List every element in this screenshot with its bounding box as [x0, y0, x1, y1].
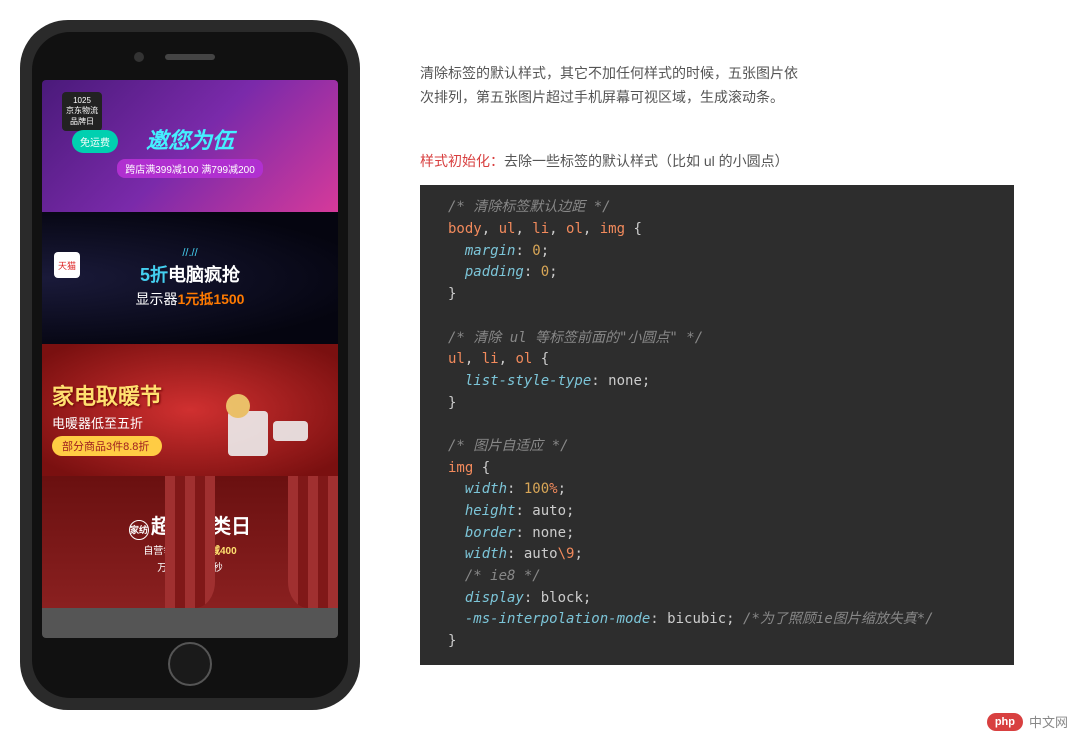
curtain-right-icon: [288, 476, 338, 608]
banner-subtitle: 电暖器低至五折: [52, 413, 162, 432]
heater-icon: [223, 391, 313, 461]
phone-bezel: 1025 京东物流 品牌日 免运费 邀您为伍 跨店满399减100 满799减2…: [32, 32, 348, 698]
css-code-block: /* 清除标签默认边距 */ body, ul, li, ol, img { m…: [420, 185, 1014, 664]
banner-subtitle: 跨店满399减100 满799减200: [117, 159, 263, 178]
banner-date: //.//: [182, 247, 197, 259]
carousel-banner-3[interactable]: 家电取暖节 电暖器低至五折 部分商品3件8.8折: [42, 344, 338, 476]
banner-title: 邀您为伍: [146, 123, 234, 155]
curtain-left-icon: [165, 476, 215, 608]
carousel-banner-1[interactable]: 1025 京东物流 品牌日 免运费 邀您为伍 跨店满399减100 满799减2…: [42, 80, 338, 212]
phone-frame: 1025 京东物流 品牌日 免运费 邀您为伍 跨店满399减100 满799减2…: [20, 20, 360, 710]
speaker-icon: [165, 54, 215, 60]
site-watermark: php 中文网: [987, 712, 1068, 731]
phone-screen[interactable]: 1025 京东物流 品牌日 免运费 邀您为伍 跨店满399减100 满799减2…: [42, 80, 338, 638]
carousel-banner-5[interactable]: [42, 608, 338, 638]
tmall-logo-icon: 天猫: [54, 252, 80, 278]
banner-promo-badge: 部分商品3件8.8折: [52, 436, 162, 456]
style-init-text: 去除一些标签的默认样式（比如 ul 的小圆点）: [504, 153, 789, 169]
article-content: 清除标签的默认样式，其它不加任何样式的时候，五张图片依 次排列，第五张图片超过手…: [420, 20, 1072, 710]
description-paragraph: 清除标签的默认样式，其它不加任何样式的时候，五张图片依 次排列，第五张图片超过手…: [420, 62, 1072, 110]
free-shipping-badge: 免运费: [72, 130, 118, 153]
jd-logo-icon: 1025 京东物流 品牌日: [62, 92, 102, 131]
banner-title: 家电取暖节: [52, 379, 162, 411]
banner-subtitle: 显示器1元抵1500: [136, 289, 245, 309]
camera-icon: [134, 52, 144, 62]
carousel-banner-2[interactable]: 天猫 //.// 5折电脑疯抢 显示器1元抵1500: [42, 212, 338, 344]
carousel-banner-4[interactable]: 家纺超级品类日 自营领券满799减400 万件商品1元秒: [42, 476, 338, 608]
banner-title: 5折电脑疯抢: [140, 261, 240, 287]
watermark-text: 中文网: [1029, 712, 1068, 731]
home-button-icon: [168, 642, 212, 686]
style-init-label: 样式初始化：: [420, 153, 504, 169]
php-badge-icon: php: [987, 713, 1023, 731]
style-init-line: 样式初始化：去除一些标签的默认样式（比如 ul 的小圆点）: [420, 150, 1072, 174]
